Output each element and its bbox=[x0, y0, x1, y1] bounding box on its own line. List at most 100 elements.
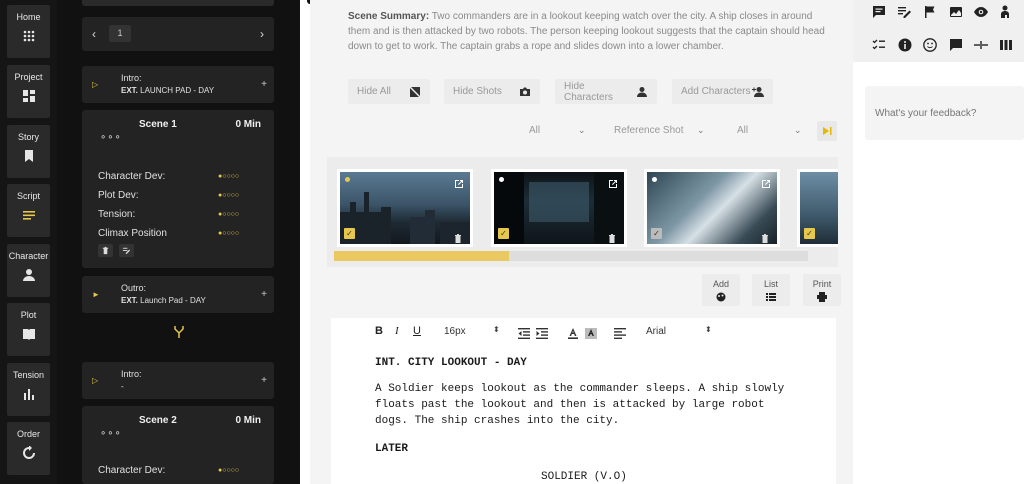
shot-checkbox[interactable]: ✓ bbox=[498, 228, 509, 239]
beat-title: Intro: bbox=[121, 73, 142, 83]
nav-script[interactable]: Script bbox=[7, 184, 50, 237]
shot-thumbnail bbox=[494, 172, 624, 244]
scene-card-1[interactable]: Scene 1 0 Min ∘∘∘ Character Dev: ●○○○○ P… bbox=[82, 110, 274, 268]
rating-dots[interactable]: ●○○○○ bbox=[218, 211, 239, 218]
more-options-icon[interactable]: ∘∘∘ bbox=[100, 428, 122, 439]
fork-icon[interactable] bbox=[173, 325, 185, 339]
shot-card[interactable]: ✓ bbox=[644, 169, 780, 247]
shot-checkbox[interactable]: ✓ bbox=[804, 228, 815, 239]
add-beat-button[interactable]: + bbox=[261, 79, 267, 90]
nav-project[interactable]: Project bbox=[7, 65, 50, 118]
eye-icon[interactable] bbox=[974, 5, 988, 19]
bar-chart-icon bbox=[22, 387, 36, 401]
play-next-button[interactable] bbox=[817, 121, 837, 141]
list-button[interactable]: List bbox=[752, 274, 790, 306]
shot-image: ✓ bbox=[494, 172, 624, 244]
nav-home-label: Home bbox=[16, 12, 41, 22]
person-icon bbox=[637, 86, 648, 97]
shots-scrollbar-thumb[interactable] bbox=[334, 251, 510, 261]
add-button[interactable]: Add bbox=[702, 274, 740, 306]
hide-all-button[interactable]: Hide All bbox=[348, 79, 430, 104]
underline-button[interactable]: U bbox=[413, 325, 421, 337]
open-external-icon[interactable] bbox=[608, 176, 618, 188]
trash-icon[interactable] bbox=[761, 230, 769, 243]
page-number[interactable]: 1 bbox=[109, 25, 131, 42]
outdent-icon[interactable] bbox=[518, 326, 530, 339]
scene-duration: 0 Min bbox=[235, 119, 261, 130]
prev-page-button[interactable]: ‹ bbox=[92, 27, 96, 41]
script-action-line[interactable]: dogs. The ship crashes into the city. bbox=[375, 414, 619, 430]
align-left-icon[interactable] bbox=[614, 326, 626, 339]
add-beat-button[interactable]: + bbox=[261, 375, 267, 386]
hide-shots-button[interactable]: Hide Shots bbox=[444, 79, 540, 104]
script-character[interactable]: SOLDIER (V.O) bbox=[541, 470, 627, 484]
rating-dots[interactable]: ●○○○○ bbox=[218, 467, 239, 474]
trash-icon[interactable] bbox=[608, 230, 616, 243]
flag-icon[interactable] bbox=[923, 5, 937, 19]
filter-select-1[interactable]: All ⌄ bbox=[529, 125, 589, 136]
beat-outro-1[interactable]: ► Outro: EXT. Launch Pad - DAY + bbox=[82, 276, 274, 313]
filter-2-value: Reference Shot bbox=[614, 125, 684, 136]
rating-dots[interactable]: ●○○○○ bbox=[218, 173, 239, 180]
emoji-icon[interactable] bbox=[923, 38, 937, 52]
add-characters-button[interactable]: Add Characters bbox=[672, 79, 773, 104]
info-icon[interactable] bbox=[898, 38, 912, 52]
delete-scene-button[interactable] bbox=[98, 244, 113, 257]
script-transition[interactable]: LATER bbox=[375, 442, 408, 458]
script-editor[interactable]: B I U 16px ⬍ Arial ⬍ INT. CITY LOOKOUT -… bbox=[331, 318, 836, 484]
checklist-icon[interactable] bbox=[872, 38, 886, 52]
shot-checkbox[interactable]: ✓ bbox=[344, 228, 355, 239]
printer-icon bbox=[817, 292, 827, 302]
shot-card[interactable]: ✓ bbox=[491, 169, 627, 247]
rating-dots[interactable]: ●○○○○ bbox=[218, 230, 239, 237]
nav-story-label: Story bbox=[17, 132, 39, 142]
print-button[interactable]: Print bbox=[803, 274, 841, 306]
highlight-icon[interactable] bbox=[585, 326, 597, 339]
compare-arrows-icon[interactable] bbox=[974, 38, 988, 52]
shots-scrollbar[interactable] bbox=[334, 251, 808, 261]
shot-card[interactable]: ✓ bbox=[337, 169, 473, 247]
edit-scene-button[interactable] bbox=[119, 244, 134, 257]
shot-card[interactable]: ✓ bbox=[797, 169, 838, 247]
edit-note-icon[interactable] bbox=[898, 5, 912, 19]
more-options-icon[interactable]: ∘∘∘ bbox=[100, 132, 122, 143]
comment-icon[interactable] bbox=[872, 5, 886, 19]
nav-plot[interactable]: Plot bbox=[7, 303, 50, 356]
script-action-line[interactable]: A Soldier keeps lookout as the commander… bbox=[375, 382, 784, 398]
scene-panel: ‹ 1 › ▷ Intro: EXT. LAUNCH PAD - DAY + S… bbox=[57, 0, 300, 484]
filter-select-3[interactable]: All ⌄ bbox=[737, 125, 807, 136]
next-page-button[interactable]: › bbox=[260, 27, 264, 41]
indent-icon[interactable] bbox=[536, 326, 548, 339]
scene-card-2[interactable]: Scene 2 0 Min ∘∘∘ Character Dev: ●○○○○ bbox=[82, 406, 274, 484]
tag-filled-icon: ► bbox=[92, 290, 100, 299]
filter-select-2[interactable]: Reference Shot ⌄ bbox=[614, 125, 709, 136]
person-pin-icon[interactable] bbox=[999, 5, 1013, 19]
shot-checkbox[interactable]: ✓ bbox=[651, 228, 662, 239]
font-family-select[interactable]: Arial bbox=[646, 326, 666, 337]
feedback-input[interactable] bbox=[865, 86, 1024, 140]
columns-icon[interactable] bbox=[999, 38, 1013, 52]
hide-all-label: Hide All bbox=[357, 86, 391, 97]
script-action-line[interactable]: floats past the lookout and then is atta… bbox=[375, 398, 764, 414]
nav-home[interactable]: Home bbox=[7, 5, 50, 58]
nav-plot-label: Plot bbox=[20, 310, 37, 320]
trash-icon[interactable] bbox=[454, 230, 462, 243]
beat-intro-1[interactable]: ▷ Intro: EXT. LAUNCH PAD - DAY + bbox=[82, 66, 274, 103]
font-size-select[interactable]: 16px bbox=[444, 326, 466, 337]
rating-dots[interactable]: ●○○○○ bbox=[218, 192, 239, 199]
text-color-icon[interactable] bbox=[567, 326, 579, 339]
nav-character[interactable]: Character bbox=[7, 244, 50, 297]
script-scene-heading[interactable]: INT. CITY LOOKOUT - DAY bbox=[375, 356, 527, 372]
open-external-icon[interactable] bbox=[454, 176, 464, 188]
chat-icon[interactable] bbox=[949, 38, 963, 52]
nav-tension[interactable]: Tension bbox=[7, 363, 50, 416]
italic-button[interactable]: I bbox=[395, 325, 399, 337]
image-icon[interactable] bbox=[949, 5, 963, 19]
beat-intro-2[interactable]: ▷ Intro: - + bbox=[82, 362, 274, 399]
bold-button[interactable]: B bbox=[375, 325, 383, 337]
add-beat-button[interactable]: + bbox=[261, 289, 267, 300]
hide-characters-button[interactable]: Hide Characters bbox=[555, 79, 657, 104]
nav-order[interactable]: Order bbox=[7, 422, 50, 475]
nav-story[interactable]: Story bbox=[7, 125, 50, 178]
open-external-icon[interactable] bbox=[761, 176, 771, 188]
